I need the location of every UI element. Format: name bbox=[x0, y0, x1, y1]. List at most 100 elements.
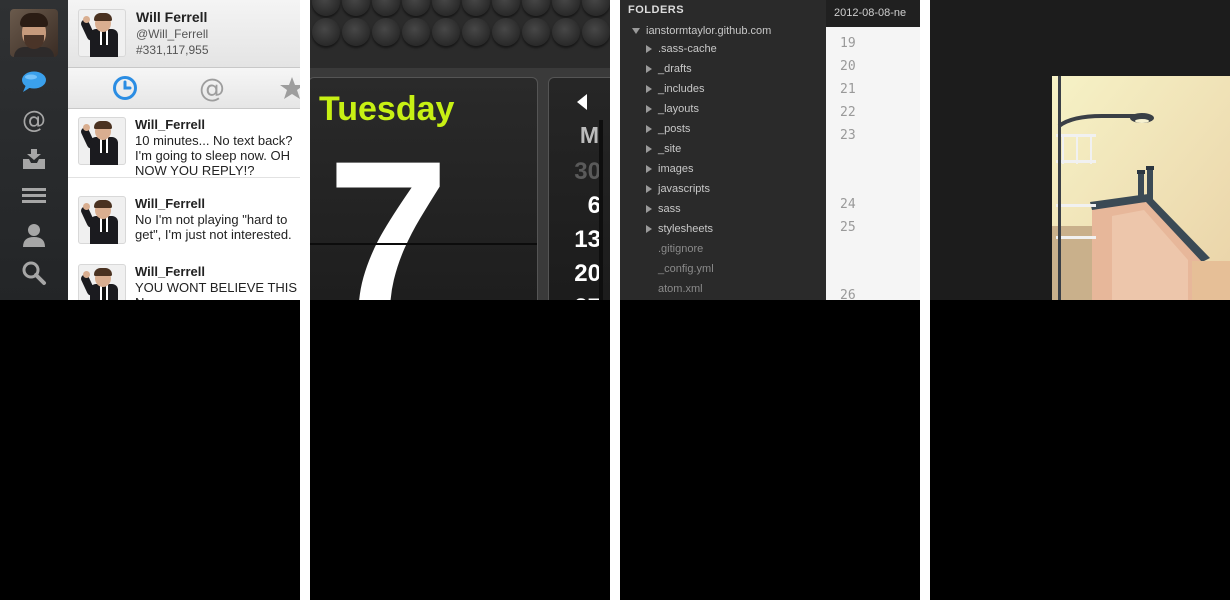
folder-expanded-icon bbox=[632, 28, 640, 35]
lego-stud bbox=[372, 0, 400, 16]
search-icon[interactable] bbox=[19, 259, 49, 287]
profile-count: #331,117,955 bbox=[136, 43, 209, 57]
lego-stud bbox=[552, 0, 580, 16]
timeline-bubble-icon[interactable] bbox=[19, 68, 49, 96]
line-number: 25 bbox=[840, 220, 856, 235]
sidebar-title: FOLDERS bbox=[628, 4, 685, 16]
folder-collapsed-icon bbox=[646, 205, 652, 214]
sidebar-folder[interactable]: _drafts bbox=[646, 59, 692, 79]
sidebar-folder[interactable]: _layouts bbox=[646, 99, 699, 119]
lego-stud bbox=[522, 0, 550, 16]
tweet-text: No I'm not playing "hard to get", I'm ju… bbox=[135, 212, 292, 242]
profile-icon[interactable] bbox=[19, 221, 49, 249]
user-avatar[interactable] bbox=[10, 9, 58, 57]
day-number: 7 bbox=[327, 115, 449, 300]
tweet-author[interactable]: Will_Ferrell bbox=[135, 117, 205, 132]
profile-handle: @Will_Ferrell bbox=[136, 27, 209, 41]
calendar-panel: Tuesday 7 M 30 6 13 20 27 bbox=[310, 0, 610, 600]
lego-stud bbox=[522, 18, 550, 46]
twitter-main: Will Ferrell @Will_Ferrell #331,117,955 … bbox=[68, 0, 300, 300]
line-number: 26 bbox=[840, 288, 856, 300]
root-folder[interactable]: ianstormtaylor.github.com bbox=[632, 21, 771, 41]
sidebar-folder[interactable]: _posts bbox=[646, 119, 690, 139]
calendar-screenshot: Tuesday 7 M 30 6 13 20 27 bbox=[310, 0, 610, 300]
sidebar-folder[interactable]: _includes bbox=[646, 79, 704, 99]
lego-stud bbox=[432, 0, 460, 16]
timeline-tabs: @ bbox=[68, 68, 300, 109]
week-date[interactable]: 13 bbox=[574, 226, 601, 254]
sidebar-folder[interactable]: sass bbox=[646, 199, 681, 219]
sidebar-folder-label: _site bbox=[658, 143, 682, 155]
folder-collapsed-icon bbox=[646, 65, 652, 74]
sidebar-folder-label: javascripts bbox=[658, 183, 710, 195]
folder-collapsed-icon bbox=[646, 85, 652, 94]
sidebar-file[interactable]: .gitignore bbox=[658, 239, 703, 259]
sidebar-folder[interactable]: _site bbox=[646, 139, 681, 159]
lego-stud bbox=[402, 0, 430, 16]
weekday-header: M bbox=[579, 122, 599, 148]
tweet-item[interactable]: Will_Ferrell YOU WONT BELIEVE THIS N... bbox=[68, 256, 300, 300]
tweet-text: YOU WONT BELIEVE THIS N... bbox=[135, 280, 298, 300]
editor-pane[interactable]: 2012-08-08-ne 19 20 21 22 23 24 25 26 bbox=[826, 0, 920, 300]
inbox-icon[interactable] bbox=[19, 145, 49, 173]
tweet-avatar[interactable] bbox=[78, 196, 126, 244]
lists-icon[interactable] bbox=[19, 182, 49, 210]
sidebar-folder-label: sass bbox=[658, 203, 681, 215]
sidebar-folder[interactable]: stylesheets bbox=[646, 219, 713, 239]
tweet-author[interactable]: Will_Ferrell bbox=[135, 196, 205, 211]
sidebar-folder[interactable]: .sass-cache bbox=[646, 39, 717, 59]
line-number: 20 bbox=[840, 59, 856, 74]
folder-collapsed-icon bbox=[646, 185, 652, 194]
lego-stud bbox=[342, 0, 370, 16]
sidebar-folder[interactable]: javascripts bbox=[646, 179, 710, 199]
file-tab[interactable]: 2012-08-08-ne bbox=[826, 0, 920, 27]
folder-collapsed-icon bbox=[646, 165, 652, 174]
tweet-item[interactable]: Will_Ferrell No I'm not playing "hard to… bbox=[68, 188, 300, 257]
folder-collapsed-icon bbox=[646, 225, 652, 234]
sidebar-file[interactable]: atom.xml bbox=[658, 279, 703, 299]
lego-texture-header bbox=[310, 0, 610, 70]
folder-collapsed-icon bbox=[646, 125, 652, 134]
lego-stud bbox=[372, 18, 400, 46]
week-date[interactable]: 30 bbox=[574, 158, 601, 186]
line-number: 22 bbox=[840, 105, 856, 120]
flip-divider bbox=[310, 243, 537, 245]
tweet-avatar[interactable] bbox=[78, 117, 126, 165]
sidebar-folder[interactable]: images bbox=[646, 159, 693, 179]
lego-stud bbox=[342, 18, 370, 46]
editor-screenshot: FOLDERS ianstormtaylor.github.com .sass-… bbox=[620, 0, 920, 300]
sidebar-folder-label: stylesheets bbox=[658, 223, 714, 235]
sidebar-folder-label: .sass-cache bbox=[658, 43, 717, 55]
tab-mentions-icon[interactable]: @ bbox=[195, 74, 229, 102]
tweet-avatar[interactable] bbox=[78, 264, 126, 300]
tweet-author[interactable]: Will_Ferrell bbox=[135, 264, 205, 279]
lego-stud bbox=[462, 18, 490, 46]
folder-collapsed-icon bbox=[646, 45, 652, 54]
twitter-screenshot: @ Will Ferrell @Will_Ferrell #331,117,95… bbox=[0, 0, 300, 300]
week-date[interactable]: 27 bbox=[574, 294, 601, 300]
sidebar-folder-label: _drafts bbox=[658, 63, 692, 75]
week-date[interactable]: 20 bbox=[574, 260, 601, 288]
lego-stud bbox=[432, 18, 460, 46]
mentions-icon[interactable]: @ bbox=[19, 106, 49, 134]
sidebar-folder-label: images bbox=[658, 163, 694, 175]
tweet-item[interactable]: Will_Ferrell 10 minutes... No text back?… bbox=[68, 109, 300, 178]
tab-timeline-clock-icon[interactable] bbox=[108, 74, 142, 102]
previous-arrow-icon[interactable] bbox=[577, 94, 587, 110]
sidebar-file[interactable]: _config.yml bbox=[658, 259, 714, 279]
sidebar-folder-label: _includes bbox=[658, 83, 705, 95]
tab-favorites-star-icon[interactable] bbox=[275, 74, 300, 102]
street-photo[interactable] bbox=[1052, 76, 1230, 300]
lego-stud bbox=[312, 18, 340, 46]
profile-name: Will Ferrell bbox=[136, 9, 208, 25]
lego-stud bbox=[462, 0, 490, 16]
profile-avatar[interactable] bbox=[78, 9, 126, 57]
line-number: 24 bbox=[840, 197, 856, 212]
lego-stud bbox=[312, 0, 340, 16]
profile-header: Will Ferrell @Will_Ferrell #331,117,955 bbox=[68, 0, 300, 68]
lego-stud bbox=[402, 18, 430, 46]
line-number: 21 bbox=[840, 82, 856, 97]
tweet-text: 10 minutes... No text back? I'm going to… bbox=[135, 133, 293, 178]
lego-stud bbox=[552, 18, 580, 46]
folder-collapsed-icon bbox=[646, 145, 652, 154]
